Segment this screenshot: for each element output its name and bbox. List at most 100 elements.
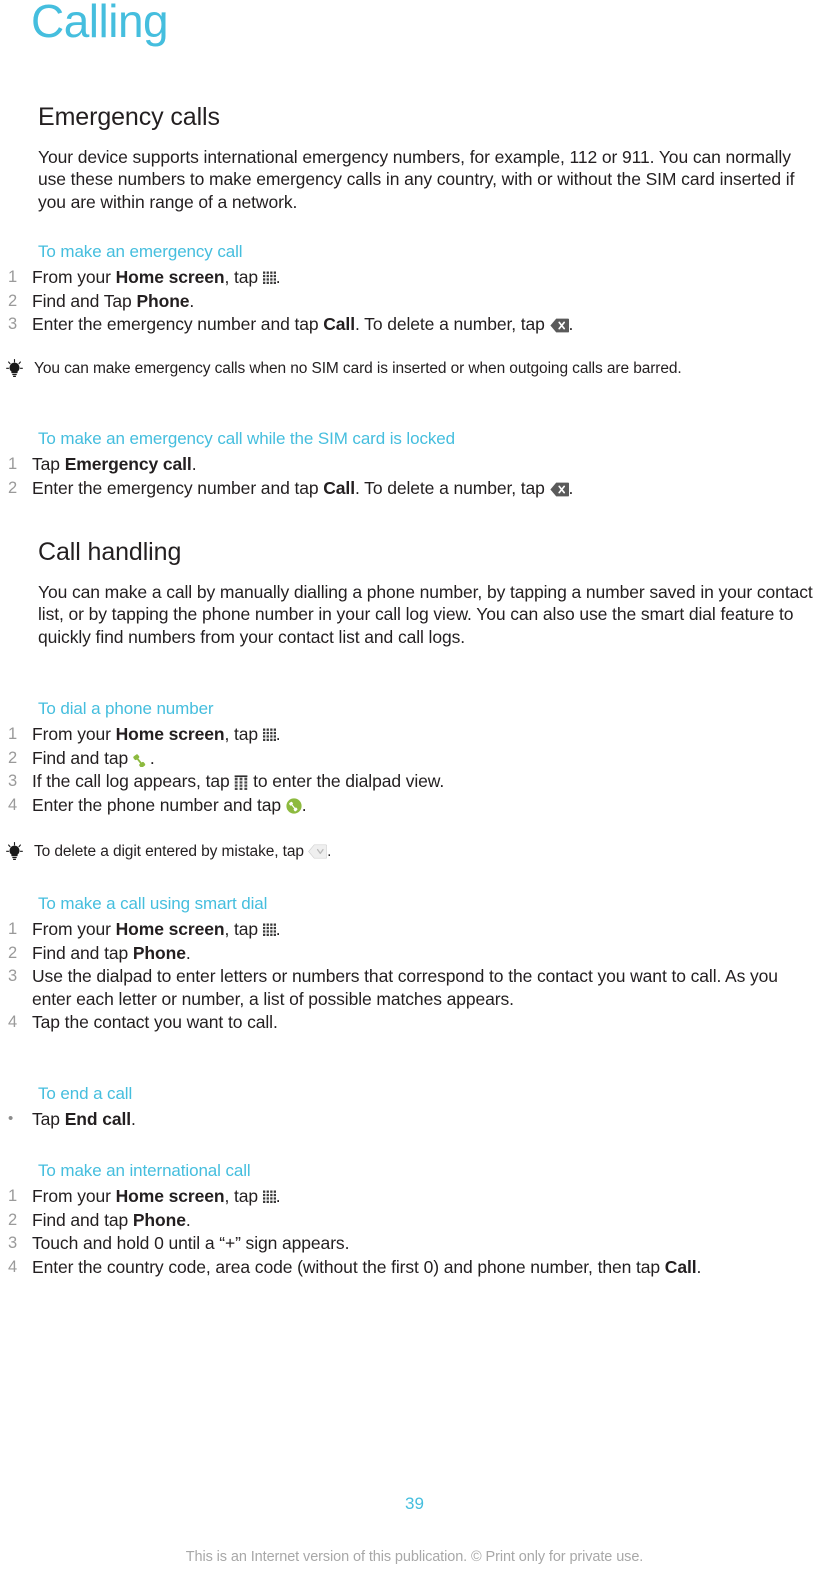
step-text-bold: Emergency call [64,454,192,475]
step-text: From your Home screen, tap . [32,266,798,289]
list-item: 3 Enter the emergency number and tap Cal… [8,313,798,336]
step-text-tail: to enter the dialpad view. [248,771,445,792]
step-text-post: . [185,1209,191,1230]
section-heading: Emergency calls [38,103,220,131]
step-text: Enter the emergency number and tap Call.… [32,313,798,336]
step-text-bold: Home screen [115,724,225,745]
step-text: Touch and hold 0 until a “+” sign appear… [32,1233,350,1254]
tip-text-tail: . [327,843,332,860]
step-text-bold: Phone [132,1209,186,1230]
step-text-bold: End call [64,1109,131,1130]
step-text: Tap End call. [32,1108,778,1131]
step-text-bold: Phone [132,942,186,963]
step-number: 1 [8,725,18,744]
step-text: Find and tap . [32,747,798,770]
step-text-post: , tap [224,724,263,745]
step-number: 4 [8,1013,18,1032]
step-text-post: , tap [224,1186,263,1207]
step-list: • Tap End call. [8,1108,778,1131]
step-text: If the call log appears, tap to enter th… [32,770,798,793]
step-text-post: . [189,290,195,311]
step-text-pre: Tap [32,454,65,475]
list-item: • Tap End call. [8,1108,778,1131]
procedure-make-emergency-call: To make an emergency call 1 From your Ho… [8,241,798,337]
step-number: 2 [8,748,18,767]
step-number: 2 [8,943,18,962]
step-text-post: . To delete a number, tap [354,314,550,335]
step-text-post: , tap [224,267,263,288]
step-text-bold: Phone [136,290,190,311]
app-drawer-icon [262,271,276,285]
step-text-pre: From your [32,919,116,940]
step-number: 2 [8,478,18,497]
list-item: 3 Touch and hold 0 until a “+” sign appe… [8,1232,788,1255]
backspace-light-icon [308,844,328,859]
step-text: Tap Emergency call. [32,453,798,476]
procedure-heading: To dial a phone number [38,699,214,718]
list-item: 3 If the call log appears, tap to enter … [8,770,798,793]
step-number: 3 [8,1234,18,1253]
step-text: Enter the phone number and tap . [32,794,798,817]
step-text: Find and tap Phone. [32,942,778,965]
app-drawer-icon [262,923,276,937]
step-text-post: . [696,1256,702,1277]
step-text-pre: Find and Tap [32,290,137,311]
step-list: 1 From your Home screen, tap . 2 Find an… [8,1185,788,1279]
step-list: 1 From your Home screen, tap . 2 Find an… [8,918,778,1034]
step-text-pre: Find and tap [32,942,133,963]
list-item: 1 From your Home screen, tap . [8,918,778,941]
step-text-bold: Call [323,477,355,498]
step-number: 1 [8,920,18,939]
step-number: 4 [8,1257,18,1276]
step-text-tail: . [275,919,281,940]
step-text-pre: Enter the phone number and tap [32,794,286,815]
step-text-post: . [191,454,197,475]
list-item: 2 Find and Tap Phone. [8,290,798,313]
bullet-icon: • [8,1110,14,1128]
step-text-pre: Find and tap [32,747,133,768]
step-list: 1 Tap Emergency call. 2 Enter the emerge… [8,453,798,500]
app-drawer-icon [262,728,276,742]
dialpad-icon [234,774,248,791]
step-number: 1 [8,1187,18,1206]
step-number: 4 [8,795,18,814]
step-text: Tap the contact you want to call. [32,1012,278,1033]
tip-note-delete-digit: To delete a digit entered by mistake, ta… [6,841,778,866]
procedure-heading: To make an emergency call while the SIM … [38,429,455,448]
step-text-bold: Home screen [115,267,225,288]
step-text: Enter the country code, area code (witho… [32,1256,788,1279]
lightbulb-icon [6,841,34,866]
step-text: From your Home screen, tap . [32,1185,788,1208]
step-text: Find and tap Phone. [32,1209,788,1232]
section-intro-text: You can make a call by manually dialling… [38,581,813,647]
list-item: 4 Tap the contact you want to call. [8,1011,778,1034]
step-text-tail: . [301,794,307,815]
lightbulb-icon [6,358,34,383]
procedure-smart-dial: To make a call using smart dial 1 From y… [8,893,778,1035]
list-item: 2 Find and tap . [8,747,798,770]
list-item: 2 Enter the emergency number and tap Cal… [8,477,798,500]
step-text: From your Home screen, tap . [32,723,798,746]
step-text-tail: . [275,1186,281,1207]
procedure-international-call: To make an international call 1 From you… [8,1160,788,1279]
step-number: 3 [8,772,18,791]
section-heading: Call handling [38,538,182,566]
list-item: 1 Tap Emergency call. [8,453,798,476]
step-number: 1 [8,268,18,287]
page-number: 39 [405,1494,424,1513]
step-text-tail: . [149,747,155,768]
procedure-emergency-call-sim-locked: To make an emergency call while the SIM … [8,428,798,500]
procedure-dial-phone-number: To dial a phone number 1 From your Home … [8,698,798,817]
step-text-pre: Find and tap [32,1209,133,1230]
procedure-heading: To make an emergency call [38,242,243,261]
list-item: 4 Enter the country code, area code (wit… [8,1256,788,1279]
step-text-tail: . [275,267,281,288]
step-number: 3 [8,967,18,986]
step-text-bold: Call [664,1256,697,1277]
step-text: Use the dialpad to enter letters or numb… [32,966,778,1009]
call-button-icon [286,797,302,814]
section-intro-text: Your device supports international emerg… [38,146,795,212]
step-number: 2 [8,291,18,310]
step-text-pre: Enter the emergency number and tap [32,314,324,335]
section-emergency-calls: Emergency calls Your device supports int… [38,103,828,213]
